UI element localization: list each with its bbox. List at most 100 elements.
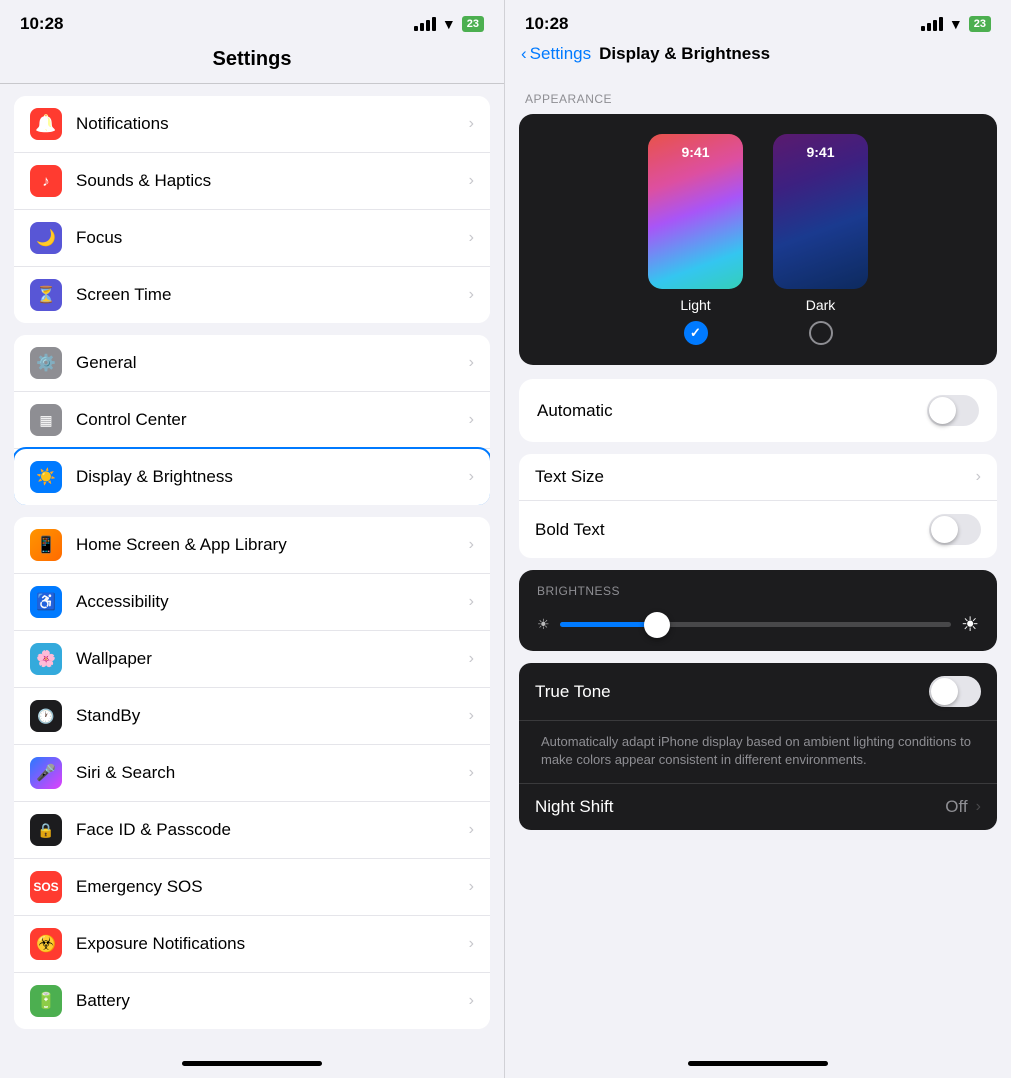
sounds-icon: ♪ (30, 165, 62, 197)
night-shift-chevron: › (976, 798, 981, 816)
right-panel-content: APPEARANCE 9:41 Light 9:41 Dark (505, 76, 1011, 1053)
settings-title: Settings (0, 40, 504, 84)
brightness-section-label: BRIGHTNESS (537, 584, 979, 598)
battery-label: Battery (76, 991, 469, 1011)
dark-mode-radio[interactable] (809, 321, 833, 345)
settings-row-emergencysos[interactable]: SOS Emergency SOS › (14, 859, 490, 916)
homescreen-label: Home Screen & App Library (76, 535, 469, 555)
emergencysos-chevron: › (469, 878, 474, 896)
automatic-toggle-thumb (929, 397, 956, 424)
right-battery-icon: 23 (969, 16, 991, 32)
emergencysos-icon: SOS (30, 871, 62, 903)
brightness-min-icon: ☀ (537, 616, 550, 633)
truetone-nightshift-card: True Tone Automatically adapt iPhone dis… (519, 663, 997, 830)
dark-mode-label: Dark (806, 297, 836, 313)
brightness-fill (560, 622, 658, 627)
true-tone-row[interactable]: True Tone (519, 663, 997, 721)
displaybrightness-chevron: › (469, 468, 474, 486)
true-tone-description: Automatically adapt iPhone display based… (535, 725, 981, 773)
signal-icon (414, 17, 436, 31)
displaybrightness-label: Display & Brightness (76, 467, 469, 487)
bold-text-toggle[interactable] (929, 514, 981, 545)
right-status-bar: 10:28 ▼ 23 (505, 0, 1011, 40)
sounds-chevron: › (469, 172, 474, 190)
true-tone-toggle[interactable] (929, 676, 981, 707)
general-icon: ⚙️ (30, 347, 62, 379)
brightness-section: BRIGHTNESS ☀ ☀ (519, 570, 997, 651)
night-shift-row[interactable]: Night Shift Off › (519, 783, 997, 830)
back-chevron-icon: ‹ (521, 44, 527, 64)
settings-row-wallpaper[interactable]: 🌸 Wallpaper › (14, 631, 490, 688)
dark-mode-option[interactable]: 9:41 Dark (773, 134, 868, 345)
settings-row-controlcenter[interactable]: ▦ Control Center › (14, 392, 490, 449)
appearance-card: 9:41 Light 9:41 Dark (519, 114, 997, 365)
light-mode-radio[interactable] (684, 321, 708, 345)
settings-group-3: 📱 Home Screen & App Library › ♿ Accessib… (14, 517, 490, 1029)
bold-text-row[interactable]: Bold Text (519, 501, 997, 558)
text-size-row[interactable]: Text Size › (519, 454, 997, 501)
general-label: General (76, 353, 469, 373)
light-mode-option[interactable]: 9:41 Light (648, 134, 743, 345)
appearance-section-label: APPEARANCE (519, 76, 997, 114)
emergencysos-label: Emergency SOS (76, 877, 469, 897)
automatic-toggle[interactable] (927, 395, 979, 426)
controlcenter-chevron: › (469, 411, 474, 429)
night-shift-value: Off (945, 797, 967, 817)
settings-row-screentime[interactable]: ⏳ Screen Time › (14, 267, 490, 323)
settings-row-standby[interactable]: 🕐 StandBy › (14, 688, 490, 745)
left-status-icons: ▼ 23 (414, 16, 484, 32)
focus-chevron: › (469, 229, 474, 247)
brightness-slider[interactable] (560, 622, 952, 627)
settings-row-displaybrightness[interactable]: ☀️ Display & Brightness › (14, 449, 490, 505)
automatic-card: Automatic (519, 379, 997, 442)
screentime-label: Screen Time (76, 285, 469, 305)
settings-row-focus[interactable]: 🌙 Focus › (14, 210, 490, 267)
battery-chevron: › (469, 992, 474, 1010)
settings-list-panel: 10:28 ▼ 23 Settings 🔔 Notifications › (0, 0, 505, 1078)
wallpaper-icon: 🌸 (30, 643, 62, 675)
right-panel-title: Display & Brightness (599, 44, 770, 64)
bold-text-label: Bold Text (535, 520, 929, 540)
notifications-chevron: › (469, 115, 474, 133)
screentime-chevron: › (469, 286, 474, 304)
accessibility-icon: ♿ (30, 586, 62, 618)
siri-chevron: › (469, 764, 474, 782)
left-status-bar: 10:28 ▼ 23 (0, 0, 504, 40)
settings-row-general[interactable]: ⚙️ General › (14, 335, 490, 392)
standby-chevron: › (469, 707, 474, 725)
text-size-label: Text Size (535, 467, 976, 487)
brightness-max-icon: ☀ (961, 612, 979, 637)
right-wifi-icon: ▼ (949, 16, 963, 32)
siri-label: Siri & Search (76, 763, 469, 783)
bold-text-toggle-thumb (931, 516, 958, 543)
homescreen-icon: 📱 (30, 529, 62, 561)
automatic-label: Automatic (537, 401, 613, 421)
settings-group-1: 🔔 Notifications › ♪ Sounds & Haptics › 🌙… (14, 96, 490, 323)
settings-row-battery[interactable]: 🔋 Battery › (14, 973, 490, 1029)
notifications-icon: 🔔 (30, 108, 62, 140)
settings-row-sounds[interactable]: ♪ Sounds & Haptics › (14, 153, 490, 210)
wallpaper-chevron: › (469, 650, 474, 668)
brightness-slider-row: ☀ ☀ (537, 612, 979, 637)
focus-label: Focus (76, 228, 469, 248)
focus-icon: 🌙 (30, 222, 62, 254)
settings-row-homescreen[interactable]: 📱 Home Screen & App Library › (14, 517, 490, 574)
right-status-time: 10:28 (525, 14, 568, 34)
settings-list: 🔔 Notifications › ♪ Sounds & Haptics › 🌙… (0, 84, 504, 1053)
settings-row-faceid[interactable]: 🔒 Face ID & Passcode › (14, 802, 490, 859)
brightness-thumb[interactable] (644, 612, 670, 638)
settings-row-exposure[interactable]: ☣️ Exposure Notifications › (14, 916, 490, 973)
back-button[interactable]: ‹ Settings (521, 44, 591, 64)
faceid-chevron: › (469, 821, 474, 839)
left-home-bar (182, 1061, 322, 1066)
appearance-options: 9:41 Light 9:41 Dark (648, 134, 868, 345)
settings-row-notifications[interactable]: 🔔 Notifications › (14, 96, 490, 153)
accessibility-label: Accessibility (76, 592, 469, 612)
settings-row-accessibility[interactable]: ♿ Accessibility › (14, 574, 490, 631)
faceid-icon: 🔒 (30, 814, 62, 846)
screentime-icon: ⏳ (30, 279, 62, 311)
battery-icon: 🔋 (30, 985, 62, 1017)
display-brightness-panel: 10:28 ▼ 23 ‹ Settings Display & Brightne… (505, 0, 1011, 1078)
homescreen-chevron: › (469, 536, 474, 554)
settings-row-siri[interactable]: 🎤 Siri & Search › (14, 745, 490, 802)
